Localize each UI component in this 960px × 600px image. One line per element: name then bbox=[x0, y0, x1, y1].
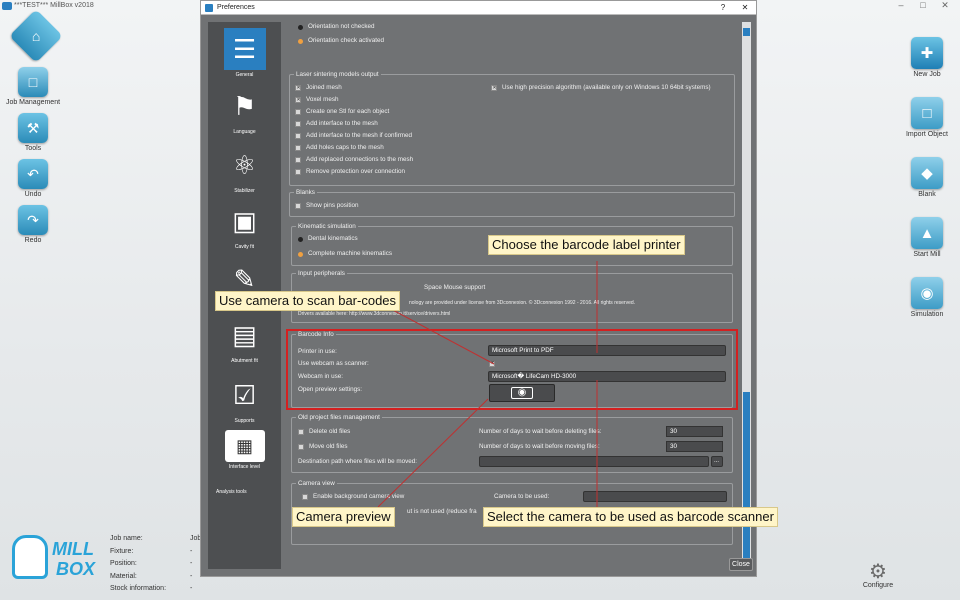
annotation-lines bbox=[373, 261, 598, 508]
annotation-printer: Choose the barcode label printer bbox=[488, 235, 685, 255]
annotation-preview: Camera preview bbox=[292, 507, 395, 527]
annotation-select-camera: Select the camera to be used as barcode … bbox=[483, 507, 778, 527]
preview-pointer-line bbox=[377, 398, 489, 508]
annotation-scan: Use camera to scan bar-codes bbox=[215, 291, 401, 311]
